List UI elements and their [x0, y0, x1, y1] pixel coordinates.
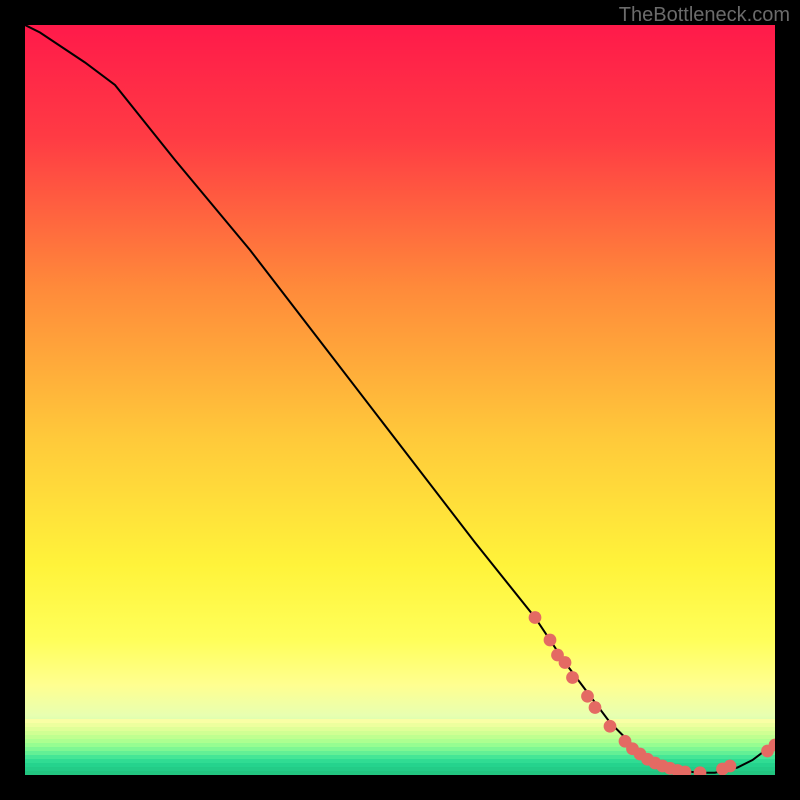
data-marker	[559, 656, 572, 669]
bottleneck-curve	[25, 25, 775, 773]
watermark-text: TheBottleneck.com	[619, 4, 790, 27]
marker-group	[529, 611, 775, 775]
data-marker	[589, 701, 602, 714]
data-marker	[724, 760, 737, 773]
plot-area	[25, 25, 775, 775]
data-marker	[694, 766, 707, 775]
data-marker	[529, 611, 542, 624]
curve-layer	[25, 25, 775, 775]
data-marker	[566, 671, 579, 684]
data-marker	[581, 690, 594, 703]
data-marker	[604, 720, 617, 733]
data-marker	[544, 634, 557, 647]
